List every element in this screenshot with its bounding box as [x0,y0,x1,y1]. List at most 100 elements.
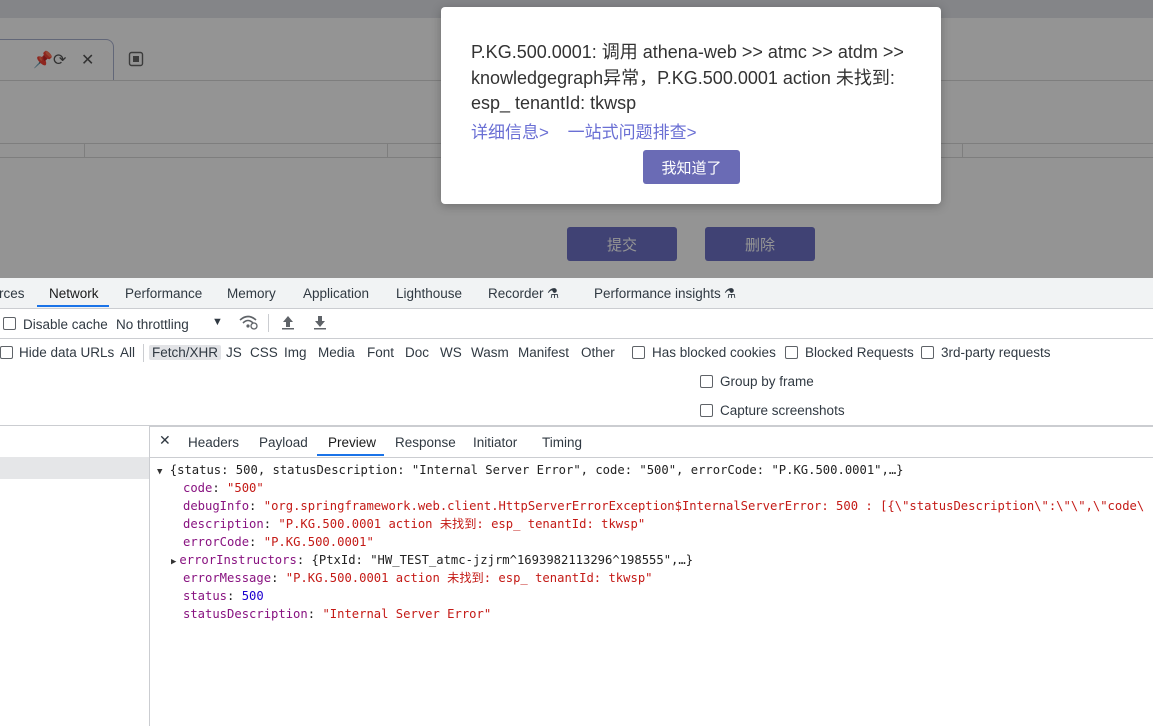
json-field-row[interactable]: ▶ errorInstructors: {PtxId: "HW_TEST_atmc… [171,551,694,569]
json-colon: : [249,499,264,513]
third-party-checkbox[interactable] [921,346,934,359]
filter-bar: Hide data URLs All Fetch/XHR JS CSS Img … [0,338,1153,367]
selected-request-row[interactable] [0,457,149,479]
preview-tree: ▼ {status: 500, statusDescription: "Inte… [150,458,1153,726]
error-dialog: P.KG.500.0001: 调用 athena-web >> atmc >> … [441,7,941,204]
filter-all[interactable]: All [120,345,135,360]
group-by-frame-checkbox[interactable] [700,375,713,388]
capture-screenshots-checkbox[interactable] [700,404,713,417]
troubleshoot-link[interactable]: 一站式问题排查> [568,123,697,142]
flask-icon: ⚗ [547,286,560,301]
filter-img[interactable]: Img [284,345,307,360]
json-key: description [183,517,264,531]
error-message: P.KG.500.0001: 调用 athena-web >> atmc >> … [471,42,904,113]
json-colon: : [307,607,323,621]
details-link[interactable]: 详细信息> [471,123,549,142]
active-tab-indicator [37,305,109,307]
json-key: debugInfo [183,499,250,513]
json-field-row[interactable]: code: "500" [183,479,264,497]
devtools-tabbar: rces Network Performance Memory Applicat… [0,278,1153,309]
blocked-cookies-checkbox[interactable] [632,346,645,359]
json-value: "P.KG.500.0001 action 未找到: esp_ tenantId… [285,571,653,585]
json-colon: : [249,535,264,549]
json-colon: : [263,517,279,531]
json-root[interactable]: ▼ {status: 500, statusDescription: "Inte… [157,461,904,479]
expand-triangle-icon[interactable]: ▼ [157,467,162,477]
tab-memory[interactable]: Memory [227,286,276,301]
network-options: Group by frame Capture screenshots [0,367,1153,426]
json-key: errorCode [183,535,250,549]
active-tab-indicator [317,454,384,456]
network-toolbar: Disable cache No throttling ▼ [0,309,1153,339]
json-colon: : [212,481,228,495]
throttling-select[interactable]: No throttling [116,317,189,332]
json-field-row[interactable]: statusDescription: "Internal Server Erro… [183,605,491,623]
disable-cache-checkbox[interactable] [3,317,16,330]
blocked-requests-checkbox[interactable] [785,346,798,359]
filter-fetch-xhr[interactable]: Fetch/XHR [149,345,222,360]
group-by-frame-label: Group by frame [720,374,814,389]
json-key: statusDescription [183,607,308,621]
filter-css[interactable]: CSS [250,345,278,360]
devtools-panel: rces Network Performance Memory Applicat… [0,278,1153,726]
close-icon[interactable]: ✕ [159,432,171,449]
blocked-requests-label: Blocked Requests [805,345,914,360]
json-value: "org.springframework.web.client.HttpServ… [263,499,1145,513]
filter-wasm[interactable]: Wasm [471,345,509,360]
chevron-down-icon[interactable]: ▼ [212,316,223,328]
json-value: "P.KG.500.0001" [263,535,374,549]
filter-separator [143,344,144,362]
tab-lighthouse[interactable]: Lighthouse [396,286,462,301]
tab-performance-insights[interactable]: Performance insights [594,286,721,301]
tab-performance[interactable]: Performance [125,286,202,301]
capture-screenshots-label: Capture screenshots [720,403,845,418]
json-field-row[interactable]: errorMessage: "P.KG.500.0001 action 未找到:… [183,569,653,587]
request-detail-tabs: ✕ Headers Payload Preview Response Initi… [150,426,1153,458]
network-conditions-icon[interactable] [238,314,258,333]
flask-icon: ⚗ [724,286,737,301]
filter-other[interactable]: Other [581,345,615,360]
json-field-row[interactable]: errorCode: "P.KG.500.0001" [183,533,374,551]
tab-headers[interactable]: Headers [188,435,239,450]
ok-button[interactable]: 我知道了 [643,150,740,184]
filter-doc[interactable]: Doc [405,345,429,360]
expand-triangle-icon[interactable]: ▶ [171,557,176,567]
json-value: {PtxId: "HW_TEST_atmc-jzjrm^169398211329… [311,553,694,567]
download-icon[interactable] [313,314,327,333]
tab-payload[interactable]: Payload [259,435,308,450]
tab-preview[interactable]: Preview [328,435,376,450]
filter-js[interactable]: JS [226,345,242,360]
filter-ws[interactable]: WS [440,345,462,360]
json-colon: : [227,589,242,603]
json-colon: : [296,553,312,567]
json-value: "500" [227,481,264,495]
json-value: "P.KG.500.0001 action 未找到: esp_ tenantId… [278,517,646,531]
dialog-links: 详细信息> 一站式问题排查> [471,118,711,143]
json-summary: {status: 500, statusDescription: "Intern… [169,463,904,477]
json-key: errorInstructors [179,553,297,567]
tab-recorder[interactable]: Recorder [488,286,544,301]
json-field-row[interactable]: description: "P.KG.500.0001 action 未找到: … [183,515,645,533]
third-party-label: 3rd-party requests [941,345,1051,360]
filter-manifest[interactable]: Manifest [518,345,569,360]
upload-icon[interactable] [281,314,295,333]
filter-media[interactable]: Media [318,345,355,360]
tab-initiator[interactable]: Initiator [473,435,517,450]
json-field-row[interactable]: status: 500 [183,587,264,605]
hide-data-urls-checkbox[interactable] [0,346,13,359]
blocked-cookies-label: Has blocked cookies [652,345,776,360]
json-value: "Internal Server Error" [322,607,492,621]
request-list [0,426,150,726]
json-key: code [183,481,213,495]
hide-data-urls-label: Hide data URLs [19,345,115,360]
tab-response[interactable]: Response [395,435,456,450]
json-value: 500 [241,589,264,603]
tab-timing[interactable]: Timing [542,435,582,450]
json-key: status [183,589,228,603]
json-colon: : [271,571,286,585]
tab-network[interactable]: Network [49,286,99,301]
json-field-row[interactable]: debugInfo: "org.springframework.web.clie… [183,497,1144,515]
tab-application[interactable]: Application [303,286,369,301]
filter-font[interactable]: Font [367,345,394,360]
tab-sources[interactable]: rces [0,286,25,301]
